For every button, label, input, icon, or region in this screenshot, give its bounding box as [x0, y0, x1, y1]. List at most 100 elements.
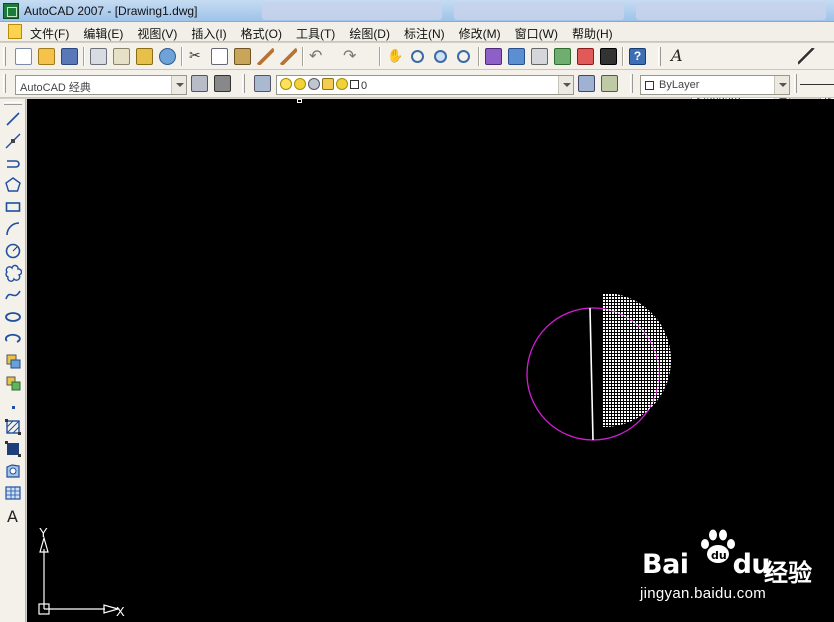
toolbar-separator	[379, 47, 381, 66]
chevron-down-icon[interactable]	[171, 76, 186, 94]
block-editor-icon[interactable]	[280, 48, 297, 65]
polygon-icon[interactable]	[4, 176, 22, 194]
toolbar-grip[interactable]	[630, 74, 633, 93]
menu-item[interactable]: 视图(V)	[137, 24, 184, 43]
match-properties-icon[interactable]	[257, 48, 274, 65]
sheet-set-manager-icon[interactable]	[554, 48, 571, 65]
plot-icon[interactable]	[90, 48, 107, 65]
hatch-icon[interactable]	[4, 418, 22, 436]
design-center-icon[interactable]	[508, 48, 525, 65]
current-layer-name: 0	[361, 80, 368, 92]
layer-color-icon[interactable]	[350, 79, 359, 89]
insert-block-icon[interactable]	[4, 352, 22, 370]
plot-preview-icon[interactable]	[113, 48, 130, 65]
menu-item[interactable]: 插入(I)	[191, 24, 233, 43]
open-file-icon[interactable]	[38, 48, 55, 65]
window-title: AutoCAD 2007 - [Drawing1.dwg]	[24, 4, 198, 18]
quickcalc-icon[interactable]	[600, 48, 617, 65]
multiline-text-icon[interactable]: A	[4, 506, 22, 526]
new-file-icon[interactable]	[15, 48, 32, 65]
construction-line-icon[interactable]	[4, 132, 22, 150]
toolbar-grip[interactable]	[3, 47, 6, 66]
region-icon[interactable]	[4, 462, 22, 480]
chevron-down-icon[interactable]	[774, 76, 789, 94]
title-bar: AutoCAD 2007 - [Drawing1.dwg]	[0, 0, 834, 22]
point-icon[interactable]	[4, 396, 22, 414]
menu-item[interactable]: 文件(F)	[30, 24, 76, 43]
dimension-style-icon[interactable]	[798, 48, 815, 65]
color-swatch	[645, 81, 654, 90]
revision-cloud-icon[interactable]	[4, 264, 23, 282]
cut-icon[interactable]	[188, 47, 205, 65]
3d-dwf-icon[interactable]	[159, 48, 176, 65]
layer-state-icon[interactable]	[601, 75, 618, 92]
copy-icon[interactable]	[211, 48, 228, 65]
workspace-value: AutoCAD 经典	[20, 82, 91, 94]
workspace-select[interactable]: AutoCAD 经典	[15, 75, 187, 95]
menu-item[interactable]: 帮助(H)	[572, 24, 620, 43]
main-menu: 文件(F) 编辑(E) 视图(V) 插入(I) 格式(O) 工具(T) 绘图(D) 标注(N)…	[30, 24, 627, 43]
layer-properties-icon[interactable]	[254, 75, 271, 92]
layer-state-icons	[280, 76, 359, 92]
pan-realtime-icon[interactable]	[386, 48, 403, 65]
color-control-select[interactable]: ByLayer	[640, 75, 790, 95]
help-icon[interactable]: ?	[629, 48, 646, 65]
circle-icon[interactable]	[4, 242, 22, 260]
spline-icon[interactable]	[4, 286, 22, 304]
markup-set-manager-icon[interactable]	[577, 48, 594, 65]
workspace-settings-icon[interactable]	[191, 75, 208, 92]
layers-toolbar: AutoCAD 经典 ByLayer	[0, 70, 834, 98]
make-block-icon[interactable]	[4, 374, 22, 392]
redo-icon[interactable]	[343, 46, 360, 66]
zoom-window-icon[interactable]	[434, 50, 447, 63]
document-icon[interactable]	[8, 24, 22, 39]
toolbar-grip[interactable]	[794, 74, 797, 93]
white-divider-line[interactable]	[589, 307, 594, 441]
layer-on-icon[interactable]	[280, 78, 292, 90]
workspace-save-icon[interactable]	[214, 75, 231, 92]
layer-plot-icon[interactable]	[336, 78, 348, 90]
tool-palettes-icon[interactable]	[531, 48, 548, 65]
properties-icon[interactable]	[485, 48, 502, 65]
ellipse-arc-icon[interactable]	[4, 330, 22, 348]
line-icon[interactable]	[4, 110, 22, 128]
paste-icon[interactable]	[234, 48, 251, 65]
toolbar-grip[interactable]	[658, 47, 661, 66]
autocad-app-icon[interactable]	[3, 3, 19, 19]
undo-icon[interactable]	[309, 46, 326, 66]
toolbar-separator	[478, 47, 480, 66]
layer-unlock-icon[interactable]	[322, 78, 334, 90]
save-icon[interactable]	[61, 48, 78, 65]
toolbar-grip[interactable]	[3, 74, 6, 93]
toolbar-grip[interactable]	[242, 74, 245, 93]
table-icon[interactable]	[4, 484, 22, 502]
chevron-down-icon[interactable]	[558, 76, 573, 94]
linetype-preview[interactable]	[800, 84, 834, 85]
publish-icon[interactable]	[136, 48, 153, 65]
arc-icon[interactable]	[4, 220, 22, 238]
drawing-canvas[interactable]: X Y	[27, 99, 834, 622]
menu-item[interactable]: 绘图(D)	[349, 24, 397, 43]
zoom-realtime-icon[interactable]	[411, 50, 424, 63]
menu-item[interactable]: 格式(O)	[241, 24, 289, 43]
menu-bar: 文件(F) 编辑(E) 视图(V) 插入(I) 格式(O) 工具(T) 绘图(D) 标注(N)…	[0, 22, 834, 42]
text-style-icon[interactable]	[668, 46, 685, 65]
layer-thaw-icon[interactable]	[294, 78, 306, 90]
toolbar-separator	[83, 47, 85, 66]
menu-item[interactable]: 修改(M)	[459, 24, 508, 43]
ellipse-icon[interactable]	[4, 308, 22, 326]
drawing-area[interactable]	[27, 99, 834, 622]
polyline-icon[interactable]	[4, 154, 22, 172]
menu-item[interactable]: 工具(T)	[296, 24, 342, 43]
hatched-half-circle[interactable]	[537, 293, 671, 427]
toolbar-grip[interactable]	[4, 102, 22, 105]
zoom-previous-icon[interactable]	[457, 50, 470, 63]
standard-toolbar: ? Standard IS	[0, 43, 834, 110]
gradient-icon[interactable]	[4, 440, 22, 458]
menu-item[interactable]: 编辑(E)	[83, 24, 130, 43]
layer-viewport-freeze-icon[interactable]	[308, 78, 320, 90]
menu-item[interactable]: 窗口(W)	[515, 24, 565, 43]
layer-previous-icon[interactable]	[578, 75, 595, 92]
rectangle-icon[interactable]	[4, 198, 22, 216]
menu-item[interactable]: 标注(N)	[404, 24, 452, 43]
